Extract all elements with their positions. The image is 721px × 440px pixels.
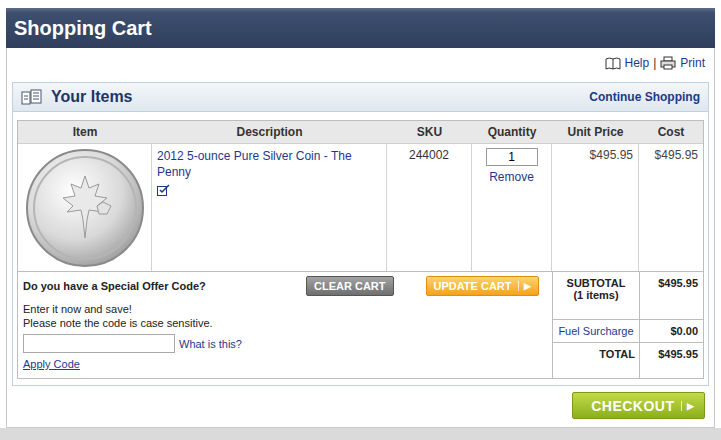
clear-cart-button[interactable]: CLEAR CART xyxy=(306,276,394,296)
column-header: Item xyxy=(18,121,152,144)
summary-value: $495.95 xyxy=(640,343,703,378)
cart-body: Help| Print Your Items Continue Shopping Ite… xyxy=(6,48,715,428)
update-cart-button[interactable]: UPDATE CART ▶ xyxy=(426,276,539,296)
quantity-input[interactable] xyxy=(486,148,538,166)
panel-title: Your Items xyxy=(51,88,133,106)
coin-picture[interactable] xyxy=(23,146,147,270)
panel-body: ItemDescriptionSKUQuantityUnit PriceCost… xyxy=(13,112,708,385)
panel-header: Your Items Continue Shopping xyxy=(13,83,708,112)
continue-shopping-link[interactable]: Continue Shopping xyxy=(589,90,700,104)
apply-code-link[interactable]: Apply Code xyxy=(23,358,80,370)
column-header: Description xyxy=(152,121,387,144)
table-row: 2012 5-ounce Pure Silver Coin - The Penn… xyxy=(18,144,703,272)
offer-top: Do you have a Special Offer Code?CLEAR C… xyxy=(23,276,547,296)
update-cart-label[interactable]: UPDATE CART xyxy=(434,280,512,292)
checkout-label[interactable]: CHECKOUT xyxy=(591,398,674,414)
column-header: SKU xyxy=(387,121,472,144)
offer-title: Do you have a Special Offer Code? xyxy=(23,280,306,292)
offer-code-input[interactable] xyxy=(23,334,175,353)
help-label[interactable]: Help xyxy=(625,56,650,70)
item-cell xyxy=(18,144,152,271)
cost-cell: $495.95 xyxy=(639,144,703,271)
header-bar: Shopping Cart xyxy=(6,8,715,48)
what-is-this-link[interactable]: What is this? xyxy=(179,338,242,350)
column-header: Cost xyxy=(639,121,703,144)
cart-table: ItemDescriptionSKUQuantityUnit PriceCost… xyxy=(17,120,704,379)
table-header: ItemDescriptionSKUQuantityUnit PriceCost xyxy=(18,121,703,144)
summary-label-text: TOTAL xyxy=(599,348,635,360)
checkout-row: CHECKOUT ▶ xyxy=(12,386,709,419)
offer-note: Please note the code is case sensitive. xyxy=(23,316,547,330)
summary-note: (1 items) xyxy=(573,289,618,301)
offer-input-row: What is this? xyxy=(23,334,547,353)
list-icon xyxy=(21,89,43,105)
toolbar-separator: | xyxy=(653,56,656,70)
print-link[interactable]: Print xyxy=(660,56,705,70)
bottom-band xyxy=(0,428,721,440)
items-panel: Your Items Continue Shopping ItemDescripti… xyxy=(12,82,709,386)
offer-section: Do you have a Special Offer Code?CLEAR C… xyxy=(18,272,552,378)
summary-value: $495.95 xyxy=(640,272,703,320)
cart-footer: Do you have a Special Offer Code?CLEAR C… xyxy=(18,272,703,378)
print-label[interactable]: Print xyxy=(680,56,705,70)
summary-label-text: SUBTOTAL xyxy=(567,277,626,289)
summary-value: $0.00 xyxy=(640,320,703,343)
offer-note: Enter it now and save! xyxy=(23,302,547,316)
fuel-surcharge-link[interactable]: Fuel Surcharge xyxy=(558,325,633,337)
book-icon xyxy=(605,57,621,70)
column-header: Unit Price xyxy=(552,121,639,144)
arrow-icon[interactable]: ▶ xyxy=(681,401,695,411)
toolbar: Help| Print xyxy=(12,48,709,78)
edit-icon[interactable] xyxy=(157,184,170,196)
shopping-cart-page: Shopping Cart Help| Print Your Items Continu… xyxy=(0,0,721,440)
help-link[interactable]: Help xyxy=(605,56,650,70)
summary-table: SUBTOTAL(1 items)$495.95Fuel Surcharge$0… xyxy=(552,272,703,378)
product-link[interactable]: 2012 5-ounce Pure Silver Coin - The Penn… xyxy=(157,148,381,180)
summary-label: TOTAL xyxy=(553,343,640,378)
summary-label: SUBTOTAL(1 items) xyxy=(553,272,640,320)
arrow-icon[interactable]: ▶ xyxy=(518,281,531,291)
sku-cell: 244002 xyxy=(387,144,472,271)
summary-label: Fuel Surcharge xyxy=(553,320,640,343)
column-header: Quantity xyxy=(472,121,552,144)
page-title: Shopping Cart xyxy=(14,17,152,40)
remove-link[interactable]: Remove xyxy=(489,170,534,184)
checkout-button[interactable]: CHECKOUT ▶ xyxy=(572,392,705,419)
quantity-cell: Remove xyxy=(472,144,552,271)
description-cell: 2012 5-ounce Pure Silver Coin - The Penn… xyxy=(152,144,387,271)
unit-price-cell: $495.95 xyxy=(552,144,639,271)
printer-icon xyxy=(660,56,676,70)
